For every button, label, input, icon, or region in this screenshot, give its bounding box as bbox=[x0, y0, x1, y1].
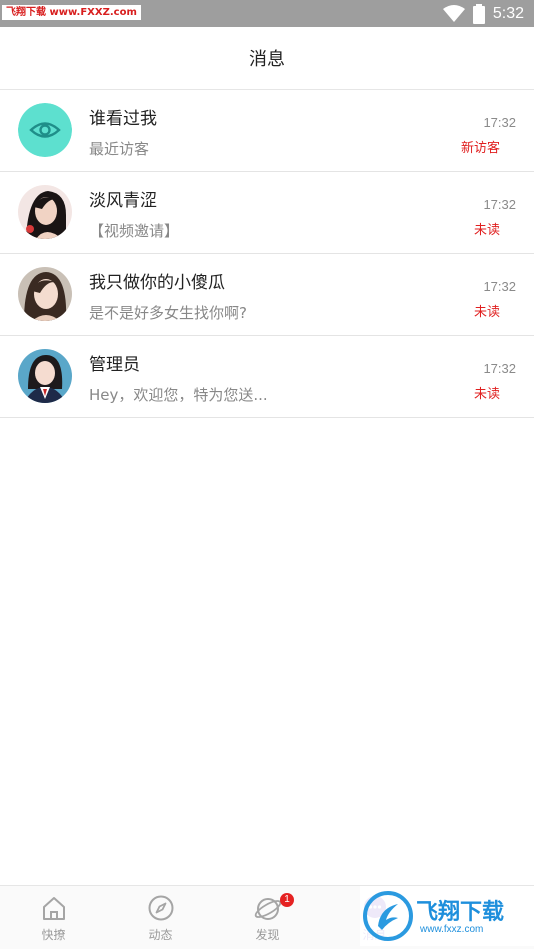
message-name: 我只做你的小傻瓜 bbox=[89, 273, 225, 293]
eye-icon bbox=[18, 103, 72, 157]
compass-icon bbox=[147, 894, 175, 922]
message-time: 17:32 bbox=[483, 361, 516, 376]
message-preview: 【视频邀请】 bbox=[89, 222, 180, 240]
status-time: 5:32 bbox=[492, 5, 524, 22]
status-badge: 新访客 bbox=[460, 141, 500, 156]
avatar bbox=[18, 267, 72, 321]
message-name: 淡风青涩 bbox=[89, 191, 157, 211]
watermark-title: 飞翔下载 bbox=[416, 900, 505, 925]
status-badge: 未读 bbox=[473, 305, 500, 320]
message-preview: 是不是好多女生找你啊? bbox=[89, 304, 247, 322]
tab-kuailiao[interactable]: 快撩 bbox=[0, 886, 107, 949]
tab-label: 快撩 bbox=[41, 928, 66, 942]
tab-dongtai[interactable]: 动态 bbox=[107, 886, 214, 949]
avatar bbox=[18, 185, 72, 239]
battery-icon bbox=[472, 4, 485, 24]
message-row[interactable]: 淡风青涩 【视频邀请】 17:32 未读 bbox=[0, 172, 534, 254]
planet-icon bbox=[254, 894, 282, 922]
status-badge: 未读 bbox=[473, 387, 500, 402]
message-row-visitors[interactable]: 谁看过我 最近访客 17:32 新访客 bbox=[0, 90, 534, 172]
watermark-logo-icon bbox=[362, 890, 414, 942]
message-name: 谁看过我 bbox=[89, 109, 157, 129]
message-list: 谁看过我 最近访客 17:32 新访客 淡风青涩 【视频邀请】 17:32 未读 bbox=[0, 90, 534, 418]
message-preview: 最近访客 bbox=[89, 140, 150, 158]
message-name: 管理员 bbox=[89, 355, 140, 375]
notification-badge: 1 bbox=[280, 893, 294, 907]
home-icon bbox=[40, 894, 68, 922]
watermark-url: www.fxxz.com bbox=[420, 924, 484, 935]
message-row[interactable]: 我只做你的小傻瓜 是不是好多女生找你啊? 17:32 未读 bbox=[0, 254, 534, 336]
wifi-icon bbox=[442, 5, 465, 23]
message-preview: Hey，欢迎您，特为您送... bbox=[89, 386, 268, 404]
tab-label: 发现 bbox=[255, 928, 280, 942]
page-title: 消息 bbox=[249, 49, 285, 70]
tab-label: 动态 bbox=[148, 928, 173, 942]
header: 消息 bbox=[0, 27, 534, 90]
watermark-text: 飞翔下载 www.FXXZ.com bbox=[2, 5, 141, 20]
message-time: 17:32 bbox=[483, 279, 516, 294]
avatar bbox=[18, 349, 72, 403]
message-time: 17:32 bbox=[483, 197, 516, 212]
watermark-logo: 飞翔下载 www.fxxz.com bbox=[360, 886, 534, 946]
status-bar: 飞翔下载 www.FXXZ.com 5:32 bbox=[0, 0, 534, 27]
status-icons: 5:32 bbox=[442, 3, 524, 25]
tab-faxian[interactable]: 1 发现 bbox=[214, 886, 321, 949]
message-time: 17:32 bbox=[483, 115, 516, 130]
status-badge: 未读 bbox=[473, 223, 500, 238]
message-row-admin[interactable]: 管理员 Hey，欢迎您，特为您送... 17:32 未读 bbox=[0, 336, 534, 418]
